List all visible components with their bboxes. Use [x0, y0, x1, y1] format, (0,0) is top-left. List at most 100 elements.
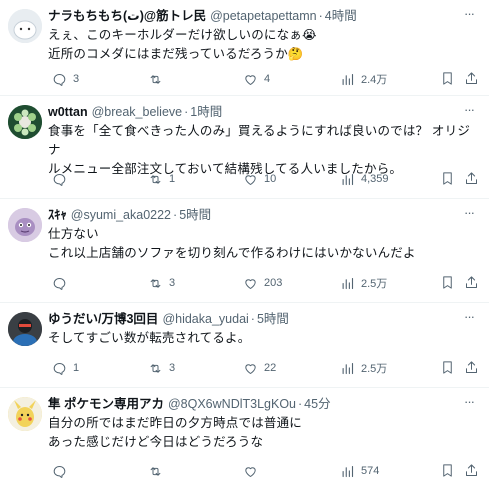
tweet[interactable]: ナラもちもち(ت)@筋トレ民 @petapetapettamn · 4時間 ··… — [0, 0, 489, 96]
display-name[interactable]: w0ttan — [48, 104, 88, 120]
avatar-image — [8, 208, 42, 242]
timestamp[interactable]: 4時間 — [325, 8, 357, 24]
view-count: 574 — [361, 465, 380, 477]
tweet-header: ゆうだい/万博3回目 @hidaka_yudai · 5時間 — [48, 311, 289, 327]
reply-icon — [53, 465, 66, 478]
user-handle[interactable]: @8QX6wNDlT3LgKOu — [168, 396, 296, 412]
more-options-icon[interactable]: ··· — [461, 206, 477, 223]
share-icon — [466, 361, 477, 373]
repost-icon — [150, 74, 161, 84]
like-count: 10 — [264, 173, 277, 185]
tweet-text: 仕方ない これ以上店舗のソファを切り刻んで作るわけにはいかないんだよ — [48, 227, 416, 260]
views-button[interactable]: 4,359 — [340, 170, 389, 188]
repost-count: 1 — [169, 173, 176, 185]
repost-icon — [150, 278, 161, 288]
repost-button[interactable]: 1 — [148, 170, 175, 188]
display-name[interactable]: ゆうだい/万博3回目 — [48, 311, 158, 327]
tweet-text: えぇ、このキーホルダーだけ欲しいのになぁ😭 近所のコメダにはまだ残っているだろう… — [48, 28, 317, 61]
heart-icon — [245, 466, 256, 477]
avatar-image — [8, 397, 42, 431]
more-options-icon[interactable]: ··· — [461, 395, 477, 412]
more-options-icon[interactable]: ··· — [461, 310, 477, 327]
reply-count: 3 — [73, 73, 80, 85]
repost-button[interactable]: 3 — [148, 274, 175, 292]
more-options-icon[interactable]: ··· — [461, 7, 477, 24]
repost-icon — [150, 174, 161, 184]
heart-icon — [245, 174, 256, 185]
reply-button[interactable]: 3 — [52, 70, 79, 88]
reply-button[interactable]: 1 — [52, 359, 79, 377]
avatar[interactable] — [8, 208, 42, 242]
like-count: 203 — [264, 277, 283, 289]
like-button[interactable]: 22 — [243, 359, 276, 377]
share-button[interactable] — [464, 71, 479, 89]
user-handle[interactable]: @petapetapettamn — [210, 8, 317, 24]
share-button[interactable] — [464, 171, 479, 189]
display-name[interactable]: 隼 ポケモン専用アカ — [48, 396, 164, 412]
tweet-actions: 3 203 2.5万 — [48, 274, 481, 292]
avatar[interactable] — [8, 105, 42, 139]
reply-button[interactable] — [52, 462, 73, 480]
bookmark-icon — [443, 361, 452, 374]
tweet-text: そしてすごい数が転売されてるよ。 — [48, 331, 251, 345]
reply-icon — [53, 173, 66, 186]
views-button[interactable]: 2.4万 — [340, 70, 387, 88]
tweet[interactable]: ゆうだい/万博3回目 @hidaka_yudai · 5時間 ··· そしてすご… — [0, 303, 489, 388]
repost-count: 3 — [169, 362, 176, 374]
share-button[interactable] — [464, 463, 479, 481]
views-button[interactable]: 2.5万 — [340, 274, 387, 292]
user-handle[interactable]: @syumi_aka0222 — [71, 207, 171, 223]
avatar[interactable] — [8, 9, 42, 43]
reply-count: 1 — [73, 362, 80, 374]
repost-icon — [150, 363, 161, 373]
tweet[interactable]: 隼 ポケモン専用アカ @8QX6wNDlT3LgKOu · 45分 ··· 自分… — [0, 388, 489, 487]
reply-button[interactable] — [52, 274, 73, 292]
share-button[interactable] — [464, 360, 479, 378]
views-button[interactable]: 2.5万 — [340, 359, 387, 377]
share-icon — [466, 72, 477, 84]
like-button[interactable]: 4 — [243, 70, 270, 88]
reply-icon — [53, 362, 66, 375]
avatar-image — [8, 312, 42, 346]
avatar-image — [8, 105, 42, 139]
bookmark-button[interactable] — [440, 360, 455, 378]
display-name[interactable]: ナラもちもち(ت)@筋トレ民 — [48, 8, 206, 24]
bookmark-icon — [443, 276, 452, 289]
repost-button[interactable] — [148, 462, 169, 480]
views-button[interactable]: 574 — [340, 462, 379, 480]
bookmark-icon — [443, 72, 452, 85]
tweet-text: 自分の所ではまだ昨日の夕方時点では普通に あった感じだけど今日はどうだろうな — [48, 416, 303, 449]
timestamp[interactable]: 5時間 — [257, 311, 289, 327]
heart-icon — [245, 74, 256, 85]
views-icon — [342, 362, 354, 374]
reply-button[interactable] — [52, 170, 73, 188]
bookmark-button[interactable] — [440, 275, 455, 293]
tweet[interactable]: w0ttan @break_believe · 1時間 ··· 食事を「全て食べ… — [0, 96, 489, 199]
avatar[interactable] — [8, 397, 42, 431]
like-button[interactable]: 10 — [243, 170, 276, 188]
views-icon — [342, 73, 354, 85]
view-count: 2.5万 — [361, 278, 388, 290]
avatar[interactable] — [8, 312, 42, 346]
repost-button[interactable] — [148, 70, 169, 88]
repost-button[interactable]: 3 — [148, 359, 175, 377]
timeline-feed: ナラもちもち(ت)@筋トレ民 @petapetapettamn · 4時間 ··… — [0, 0, 489, 487]
display-name[interactable]: ｽｷｬ — [48, 207, 67, 223]
more-options-icon[interactable]: ··· — [461, 103, 477, 120]
tweet-actions: 3 4 2.4万 — [48, 70, 481, 88]
timestamp[interactable]: 5時間 — [179, 207, 211, 223]
like-button[interactable]: 203 — [243, 274, 282, 292]
timestamp[interactable]: 45分 — [304, 396, 330, 412]
bookmark-button[interactable] — [440, 171, 455, 189]
bookmark-button[interactable] — [440, 71, 455, 89]
like-button[interactable] — [243, 462, 264, 480]
tweet[interactable]: ｽｷｬ @syumi_aka0222 · 5時間 ··· 仕方ない これ以上店舗… — [0, 199, 489, 303]
share-icon — [466, 172, 477, 184]
user-handle[interactable]: @hidaka_yudai — [162, 311, 248, 327]
share-button[interactable] — [464, 275, 479, 293]
timestamp[interactable]: 1時間 — [190, 104, 222, 120]
avatar-image — [8, 9, 42, 43]
bookmark-button[interactable] — [440, 463, 455, 481]
share-icon — [466, 276, 477, 288]
user-handle[interactable]: @break_believe — [92, 104, 183, 120]
